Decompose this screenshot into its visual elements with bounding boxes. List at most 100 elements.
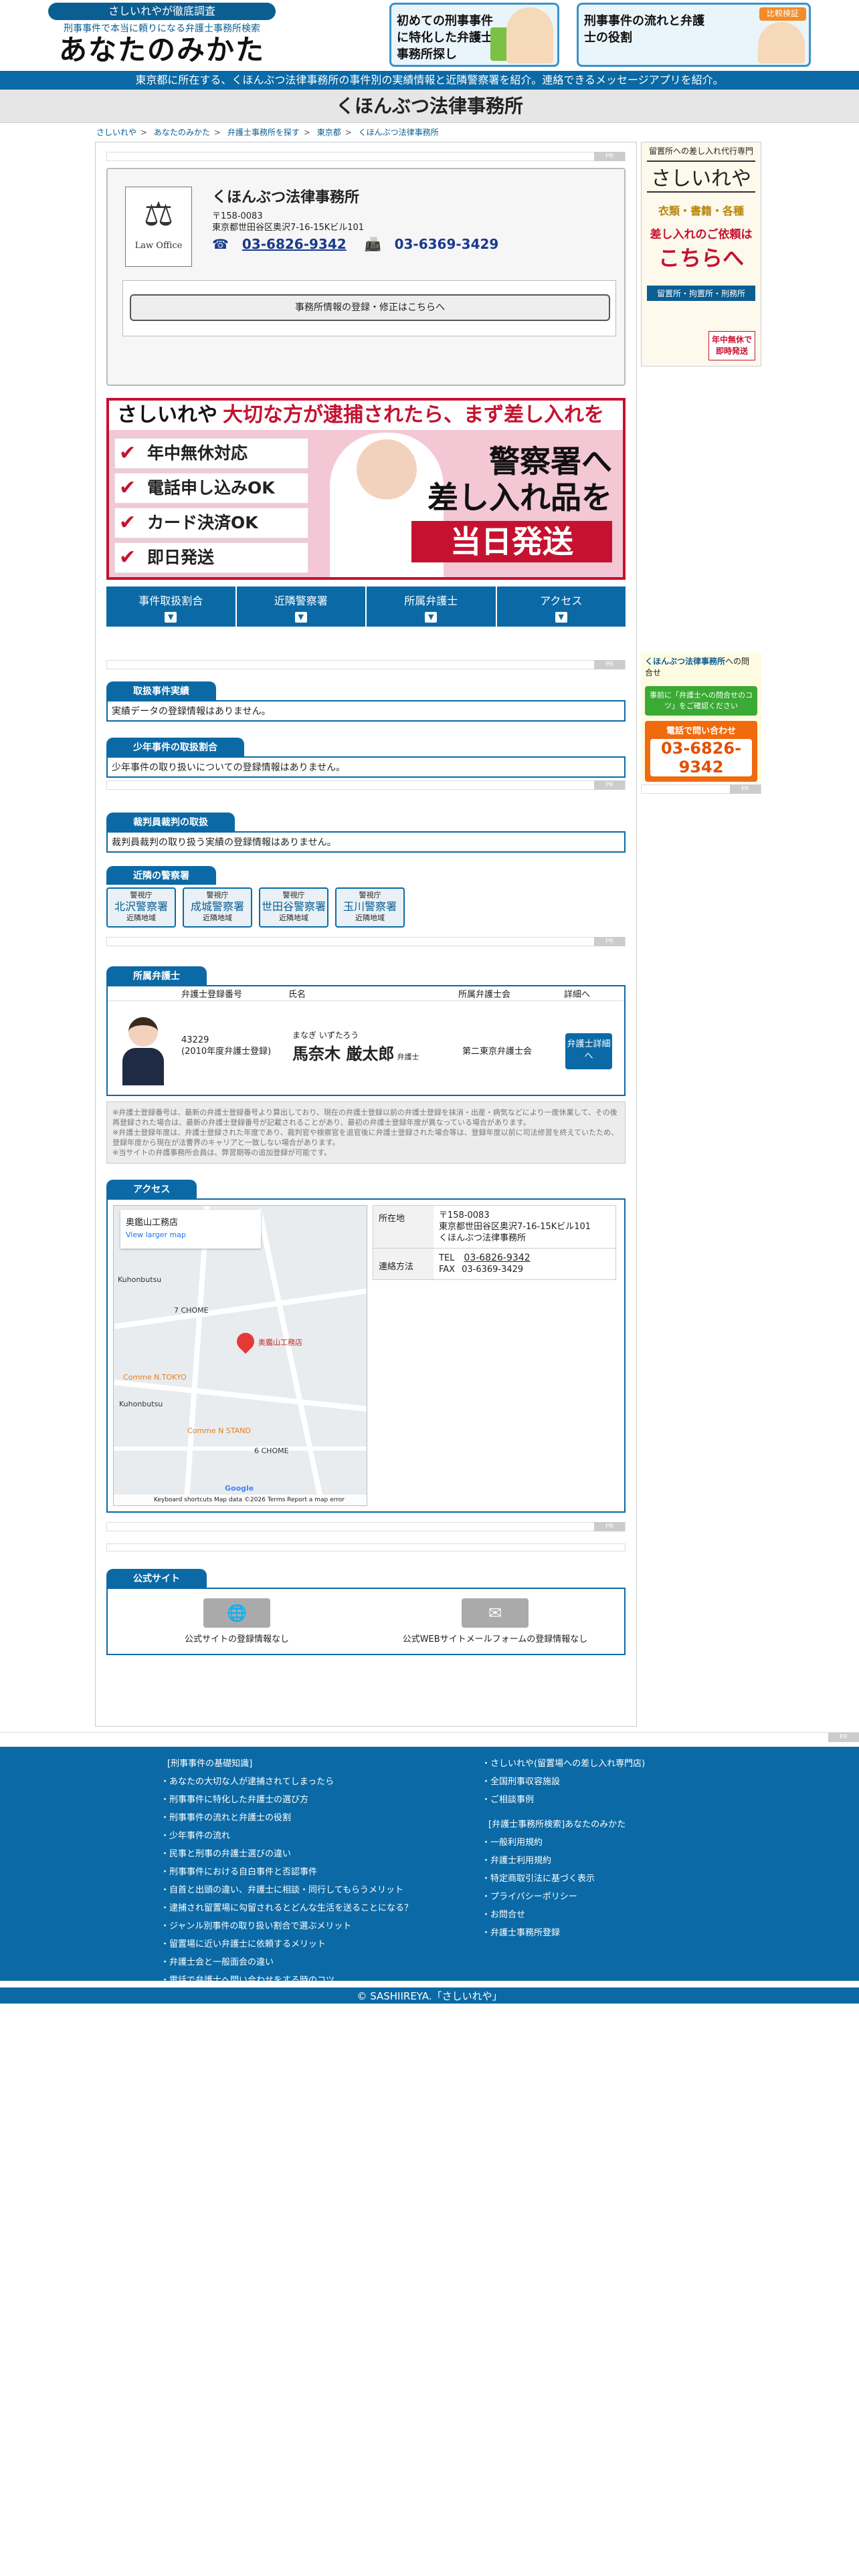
map-larger-link[interactable]: View larger map [126,1230,256,1239]
lawyer-kana: まなぎ いずたろう [292,1031,359,1040]
footer-link[interactable]: 留置場に近い弁護士に依頼するメリット [161,1935,482,1953]
side-ad-request: 差し入れのご依頼は [650,228,753,241]
contact-value: TEL 03-6826-9342 FAX 03-6369-3429 [434,1249,615,1279]
footer-link[interactable]: 弁護士事務所登録 [482,1924,803,1942]
tab-police[interactable]: 近隣警察署 ▼ [236,586,365,627]
office-name: くほんぶつ法律事務所 [212,189,360,206]
tab-access[interactable]: アクセス ▼ [496,586,626,627]
results-section: 取扱事件実績 実績データの登録情報はありません。 [106,681,626,722]
ad-headline: さしいれや 大切な方が逮捕されたら、まず差し入れを [109,401,623,430]
footer-link[interactable]: 刑事事件に特化した弁護士の選び方 [161,1791,482,1809]
police-station-card[interactable]: 警視庁 成城警察署 近隣地域 [183,887,252,928]
chevron-down-icon: ▼ [555,612,567,623]
office-tel[interactable]: 03-6826-9342 [242,236,347,252]
table-row: 連絡方法 TEL 03-6826-9342 FAX 03-6369-3429 [373,1249,615,1279]
access-office-name: くほんぶつ法律事務所 [439,1233,527,1243]
jury-section: 裁判員裁判の取扱 裁判員裁判の取り扱う実績の登録情報はありません。 [106,813,626,853]
official-mail: ✉ 公式WEBサイトメールフォームの登録情報なし [366,1598,624,1644]
ad-slot: PR [106,152,626,161]
logo-name: あなたのみかた [58,33,265,66]
footer-link[interactable]: ご相談事例 [482,1791,803,1809]
sashiireya-ad-banner[interactable]: さしいれや大切な方が逮捕されたら、まず差し入れを 年中無休対応 電話申し込みOK… [106,398,626,580]
lawyers-section: 所属弁護士 弁護士登録番号 氏名 所属弁護士会 詳細へ 43229 (2010年… [106,966,626,1096]
police-org: 警視庁 [130,891,153,899]
footer-link[interactable]: 逮捕され留置場に勾留されるとどんな生活を送ることになる？ [161,1899,482,1917]
tel-label: TEL [439,1253,455,1263]
copyright: © SASHIIREYA.「さしいれや」 [0,1986,859,2004]
footer-link[interactable]: 弁護士利用規約 [482,1852,803,1870]
side-ad-banner[interactable]: 留置所への差し入れ代行専門 さしいれや 衣類・書籍・各種 差し入れのご依頼は こ… [641,142,761,366]
address-label: 所在地 [373,1206,434,1248]
breadcrumb-item[interactable]: さしいれや [96,128,136,137]
col-bar: 所属弁護士会 [458,990,511,1000]
col-reg-no: 弁護士登録番号 [181,990,243,1000]
footer-link[interactable]: 特定商取引法に基づく表示 [482,1870,803,1888]
breadcrumb-item[interactable]: 東京都 [317,128,341,137]
police-station-card[interactable]: 警視庁 北沢警察署 近隣地域 [106,887,176,928]
police-station-card[interactable]: 警視庁 世田谷警察署 近隣地域 [259,887,328,928]
register-button[interactable]: 事務所情報の登録・修正はこちらへ [130,294,610,321]
compare-badge: 比較検証 [759,7,806,21]
lawyer-reg: 43229 (2010年度弁護士登録) [181,1035,271,1057]
lawyer-name-block: まなぎ いずたろう 馬奈木 厳太郎 弁護士 [292,1029,419,1064]
banner-case-flow-text: 刑事事件の流れと弁護士の役割 [584,14,704,45]
tab-label: 近隣警察署 [274,595,328,607]
footer-link[interactable]: 刑事事件の流れと弁護士の役割 [161,1809,482,1827]
note-text: ※弁護士登録番号は、最新の弁護士登録番号より算出しており、現在の弁護士登録以前の… [112,1108,617,1127]
breadcrumb: さしいれや > あなたのみかた > 弁護士事務所を探す > 東京都 > くほんぶつ法律事… [96,128,439,137]
access-section: アクセス 奥鑑山工務店 View larger map 奥鑑山工務店 Kuhon… [106,1180,626,1513]
google-map[interactable]: 奥鑑山工務店 View larger map 奥鑑山工務店 Kuhonbutsu… [113,1205,367,1506]
breadcrumb-item[interactable]: あなたのみかた [154,128,210,137]
breadcrumb-item[interactable]: 弁護士事務所を探す [227,128,300,137]
map-label: Comme N STAND [187,1426,251,1435]
lawyer-name: 馬奈木 厳太郎 [292,1045,395,1063]
side-ad-badge: 年中無休で即時発送 [708,331,755,360]
access-info-table: 所在地 〒158-0083 東京都世田谷区奥沢7-16-15Kビル101 くほん… [373,1205,616,1280]
lawyer-detail-button[interactable]: 弁護士詳細へ [565,1033,612,1069]
tab-lawyers[interactable]: 所属弁護士 ▼ [367,586,496,627]
police-station-card[interactable]: 警視庁 玉川警察署 近隣地域 [335,887,405,928]
footer-link[interactable]: 全国刑事収容施設 [482,1773,803,1791]
office-phones: ☎ 03-6826-9342 📠 03-6369-3429 [212,236,512,252]
footer-col-right: さしいれや(留置場への差し入れ専門店) 全国刑事収容施設 ご相談事例 [弁護士事… [482,1755,803,1990]
map-footer: Keyboard shortcuts Map data ©2026 Terms … [114,1495,367,1505]
footer-link[interactable]: 自首と出頭の違い、弁護士に相談・同行してもらうメリット [161,1881,482,1899]
footer-heading: [刑事事件の基礎知識] [167,1759,253,1769]
tab-case-ratio[interactable]: 事件取扱割合 ▼ [106,586,235,627]
footer-link[interactable]: 弁護士会と一般面会の違い [161,1953,482,1971]
fax-label: FAX [439,1265,456,1275]
footer-col-left: [刑事事件の基礎知識] あなたの大切な人が逮捕されてしまったら 刑事事件に特化し… [161,1755,482,1990]
pr-label: PR [594,1522,625,1531]
access-tel[interactable]: 03-6826-9342 [464,1253,530,1263]
official-body: 🌐 公式サイトの登録情報なし ✉ 公式WEBサイトメールフォームの登録情報なし [106,1588,626,1655]
ad-slot: PR [641,784,761,794]
col-name: 氏名 [288,990,306,1000]
banner-case-flow[interactable]: 刑事事件の流れと弁護士の役割 比較検証 [577,3,811,67]
footer-link[interactable]: 刑事事件における自白事件と否認事件 [161,1863,482,1881]
page-title: くほんぶつ法律事務所 [0,90,859,123]
site-logo[interactable]: さしいれやが徹底調査 刑事事件で本当に頼りになる弁護士事務所検索 あなたのみかた [48,3,276,66]
footer-link[interactable]: 民事と刑事の弁護士選びの違い [161,1845,482,1863]
footer-link[interactable]: ジャンル別事件の取り扱い割合で選ぶメリット [161,1917,482,1935]
office-postal: 〒158-0083 [212,211,263,221]
footer-link[interactable]: さしいれや(留置場への差し入れ専門店) [482,1755,803,1773]
footer-link[interactable]: お問合せ [482,1906,803,1924]
police-org: 警視庁 [282,891,305,899]
office-address: 〒158-0083 東京都世田谷区奥沢7-16-15Kビル101 [212,211,364,233]
note-text: ※弁護士登録年度は、弁護士登録された年度であり、裁判官や検察官を退官後に弁護士登… [112,1128,619,1147]
phone-contact-number: 03-6826-9342 [650,739,752,776]
police-name: 玉川警察署 [343,900,397,913]
footer-link[interactable]: 少年事件の流れ [161,1827,482,1845]
sidebar: 留置所への差し入れ代行専門 さしいれや 衣類・書籍・各種 差し入れのご依頼は こ… [641,142,764,794]
pr-label: PR [594,937,625,946]
footer-link[interactable]: あなたの大切な人が逮捕されてしまったら [161,1773,482,1791]
section-heading: 近隣の警察署 [106,866,216,885]
footer-link[interactable]: プライバシーポリシー [482,1888,803,1906]
contact-tips-button[interactable]: 事前に「弁護士への問合せのコツ」をご確認ください [645,686,757,716]
phone-contact-button[interactable]: 電話で問い合わせ 03-6826-9342 [645,721,757,782]
footer-link[interactable]: 一般利用規約 [482,1834,803,1852]
ad-feature: カード決済OK [114,508,308,538]
lawyer-notes: ※弁護士登録番号は、最新の弁護士登録番号より算出しており、現在の弁護士登録以前の… [106,1101,626,1164]
ad-headline-text: 大切な方が逮捕されたら、まず差し入れを [223,403,604,427]
banner-first-time[interactable]: 初めての刑事事件に特化した弁護士事務所探し [389,3,559,67]
